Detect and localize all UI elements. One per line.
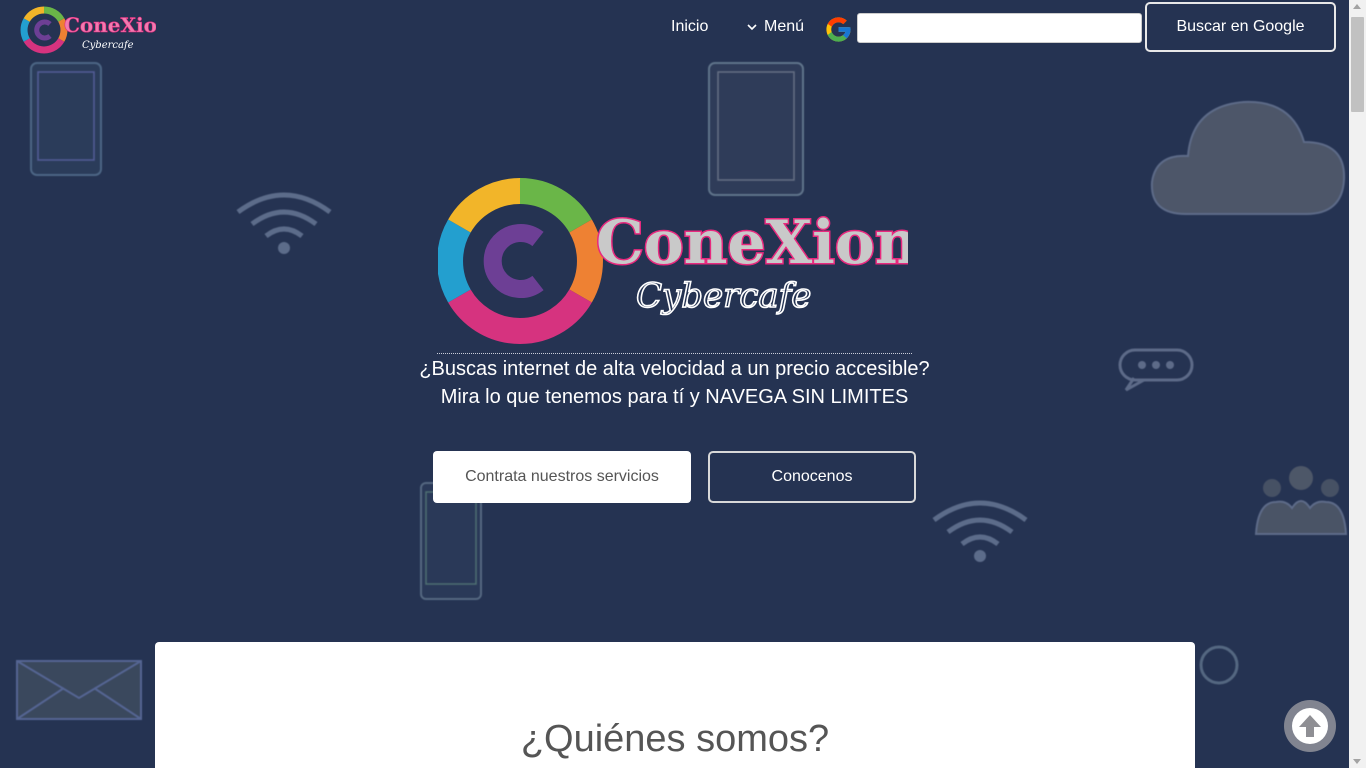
hero-logo: ConeXion Cybercafe	[438, 178, 908, 344]
hero-headline: ¿Buscas internet de alta velocidad a un …	[419, 358, 930, 380]
wifi-icon	[236, 192, 332, 254]
about-card: ¿Quiénes somos?	[155, 642, 1195, 768]
phone-icon	[30, 62, 102, 176]
contrata-servicios-button[interactable]: Contrata nuestros servicios	[433, 451, 691, 503]
cloud-icon	[1150, 100, 1346, 215]
brand-name: ConeXion	[596, 208, 908, 278]
navbar: ConeXion Cybercafe Inicio Menú Buscar en…	[0, 0, 1349, 56]
nav-inicio[interactable]: Inicio	[671, 18, 708, 36]
hero-subheadline: Mira lo que tenemos para tí y NAVEGA SIN…	[440, 386, 909, 408]
search-input[interactable]	[857, 13, 1142, 43]
nav-menu[interactable]: Menú	[746, 18, 804, 36]
conocenos-button[interactable]: Conocenos	[708, 451, 916, 503]
gear-icon	[1199, 645, 1239, 685]
arrow-up-icon	[1292, 708, 1328, 744]
users-icon	[1254, 466, 1348, 535]
brand-sub: Cybercafe	[636, 276, 811, 316]
mail-icon	[16, 660, 142, 720]
google-icon	[826, 17, 851, 42]
logo-ring-icon	[438, 178, 603, 344]
nav-menu-label: Menú	[764, 18, 805, 35]
back-to-top-button[interactable]	[1284, 700, 1336, 752]
hero-divider	[437, 353, 912, 354]
wifi-icon	[932, 500, 1028, 562]
scroll-thumb[interactable]	[1351, 17, 1364, 112]
chevron-down-icon	[747, 24, 757, 31]
brand-logo[interactable]: ConeXion Cybercafe	[20, 4, 156, 54]
about-title: ¿Quiénes somos?	[520, 718, 830, 760]
brand-name-small: ConeXion	[64, 13, 156, 37]
google-search-button[interactable]: Buscar en Google	[1145, 2, 1336, 52]
brand-sub-small: Cybercafe	[82, 40, 134, 51]
scroll-down-arrow[interactable]	[1353, 759, 1361, 764]
page-scrollbar[interactable]	[1349, 0, 1366, 768]
scroll-up-arrow[interactable]	[1353, 4, 1361, 9]
